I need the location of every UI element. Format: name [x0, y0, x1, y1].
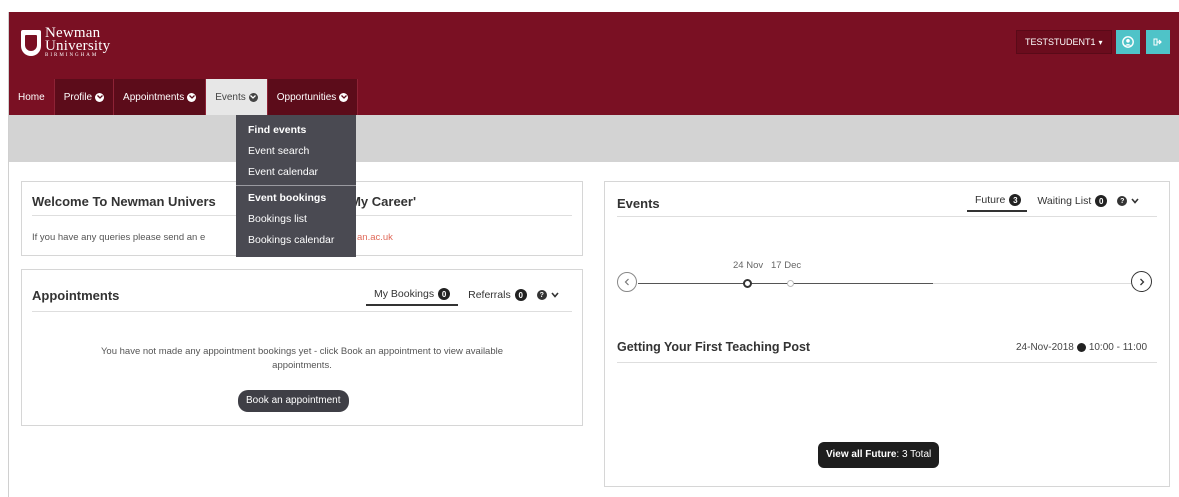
- menu-header-event-bookings: Event bookings: [248, 192, 327, 204]
- view-all-total: : 3 Total: [896, 449, 932, 460]
- event-time: 10:00 - 11:00: [1088, 342, 1148, 353]
- timeline-date-1: 24 Nov: [733, 260, 764, 271]
- caret-down-icon: ▾: [1098, 37, 1103, 47]
- chevron-right-icon: [1139, 278, 1144, 285]
- menu-item-bookings-calendar[interactable]: Bookings calendar: [236, 230, 356, 251]
- university-logo[interactable]: Newman University BIRMINGHAM: [21, 26, 111, 59]
- tab-referrals-label: Referrals: [468, 289, 511, 301]
- welcome-title-start: Welcome To Newman Univers: [32, 194, 216, 209]
- event-title[interactable]: Getting Your First Teaching Post: [617, 340, 810, 354]
- divider: [617, 362, 1157, 363]
- menu-header-find-events: Find events: [248, 124, 307, 136]
- view-all-future-button[interactable]: View all Future: 3 Total: [818, 442, 940, 468]
- help-dropdown[interactable]: ?: [536, 284, 559, 306]
- page-frame: Newman University BIRMINGHAM TESTSTUDENT…: [8, 12, 1179, 497]
- tab-waiting-list-label: Waiting List: [1037, 195, 1092, 207]
- appointments-tabs: My Bookings 0 Referrals 0 ?: [366, 284, 559, 306]
- tab-future[interactable]: Future 3: [967, 190, 1028, 212]
- nav-events-label: Events: [215, 91, 246, 103]
- divider: [32, 311, 572, 312]
- events-tabs: Future 3 Waiting List 0 ?: [967, 190, 1139, 212]
- no-bookings-line2: appointments.: [272, 360, 332, 371]
- book-appointment-button[interactable]: Book an appointment: [238, 390, 349, 412]
- timeline-date-2: 17 Dec: [771, 260, 802, 271]
- logo-name-2: University: [45, 38, 111, 54]
- appointments-title: Appointments: [32, 288, 120, 303]
- user-circle-icon: [1122, 36, 1134, 48]
- count-badge: 0: [438, 288, 451, 300]
- question-icon: ?: [1117, 196, 1128, 206]
- question-icon: ?: [536, 290, 547, 300]
- events-panel: Events Future 3 Waiting List 0 ? 24 Nov …: [604, 181, 1170, 487]
- chevron-down-icon: [248, 92, 258, 102]
- site-header: Newman University BIRMINGHAM TESTSTUDENT…: [9, 12, 1179, 115]
- timeline-prev-button[interactable]: [617, 272, 637, 292]
- profile-button[interactable]: [1116, 30, 1140, 54]
- events-title: Events: [617, 196, 660, 211]
- appointments-panel: Appointments My Bookings 0 Referrals 0 ?…: [21, 269, 583, 426]
- timeline-track-rest: [933, 283, 1131, 284]
- nav-opportunities-label: Opportunities: [276, 91, 337, 103]
- tab-my-bookings-label: My Bookings: [374, 288, 435, 300]
- event-date: 24-Nov-2018: [1016, 342, 1074, 353]
- user-name: TESTSTUDENT1: [1025, 37, 1096, 47]
- nav-events[interactable]: Events: [206, 79, 268, 115]
- help-dropdown[interactable]: ?: [1117, 190, 1139, 212]
- welcome-title-end: 'My Career': [347, 194, 417, 209]
- tab-referrals[interactable]: Referrals 0: [468, 284, 527, 306]
- timeline-marker-active[interactable]: [743, 279, 752, 288]
- chevron-down-icon: [95, 92, 105, 102]
- menu-divider: [236, 185, 356, 186]
- nav-appointments[interactable]: Appointments: [114, 79, 207, 115]
- event-datetime: 24-Nov-2018 10:00 - 11:00: [1016, 342, 1147, 353]
- menu-item-bookings-list[interactable]: Bookings list: [236, 209, 356, 230]
- nav-home[interactable]: Home: [9, 79, 55, 115]
- welcome-text: If you have any queries please send an e: [32, 232, 206, 243]
- count-badge: 0: [514, 289, 527, 301]
- chevron-down-icon: [339, 92, 349, 102]
- sign-out-icon: [1153, 38, 1162, 46]
- no-bookings-message: You have not made any appointment bookin…: [42, 345, 562, 373]
- nav-opportunities[interactable]: Opportunities: [267, 79, 359, 115]
- nav-profile-label: Profile: [63, 91, 93, 103]
- nav-home-label: Home: [18, 91, 45, 103]
- tab-waiting-list[interactable]: Waiting List 0: [1037, 190, 1108, 212]
- chevron-down-icon: [1131, 198, 1139, 204]
- events-dropdown-menu: Find events Event search Event calendar …: [236, 115, 356, 257]
- chevron-down-icon: [551, 292, 559, 298]
- tab-future-label: Future: [975, 194, 1006, 206]
- menu-item-event-search[interactable]: Event search: [236, 141, 356, 162]
- view-all-label: View all Future: [826, 449, 897, 460]
- timeline-track: [638, 283, 933, 284]
- breadcrumb-band: [9, 115, 1179, 162]
- timeline-next-button[interactable]: [1131, 271, 1152, 292]
- crest-icon: [21, 30, 41, 56]
- chevron-left-icon: [624, 278, 629, 286]
- clock-icon: [1076, 343, 1086, 352]
- user-menu-button[interactable]: TESTSTUDENT1 ▾: [1016, 30, 1112, 54]
- main-nav: Home Profile Appointments Events Opportu…: [9, 79, 359, 115]
- nav-appointments-label: Appointments: [123, 91, 185, 103]
- divider: [617, 216, 1157, 217]
- timeline-marker[interactable]: [787, 280, 794, 287]
- tab-my-bookings[interactable]: My Bookings 0: [366, 284, 459, 306]
- nav-profile[interactable]: Profile: [54, 79, 115, 115]
- email-link[interactable]: an.ac.uk: [357, 232, 393, 243]
- menu-item-event-calendar[interactable]: Event calendar: [236, 162, 356, 183]
- count-badge: 3: [1009, 194, 1022, 206]
- chevron-down-icon: [187, 92, 197, 102]
- count-badge: 0: [1095, 195, 1108, 207]
- logout-button[interactable]: [1146, 30, 1170, 54]
- no-bookings-line1: You have not made any appointment bookin…: [100, 346, 504, 357]
